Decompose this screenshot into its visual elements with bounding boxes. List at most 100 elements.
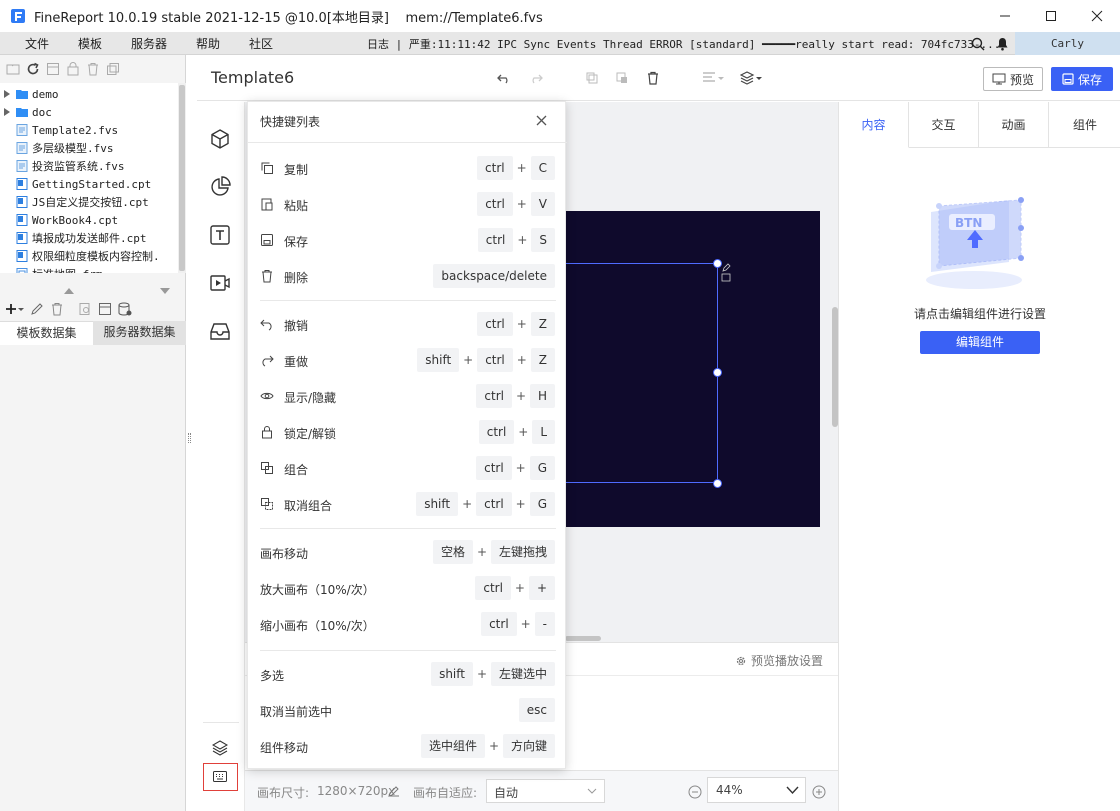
edit-size-icon[interactable] (388, 785, 400, 797)
shortcut-keys: ctrl + - (481, 612, 555, 636)
shortcut-list-dialog: 快捷键列表 复制 ctrl + C 粘贴 ctrl + V 保存 ctrl + S 删除 backspac… (247, 101, 567, 769)
lock-file-icon[interactable] (66, 62, 80, 76)
tab-animation[interactable]: 动画 (979, 102, 1049, 148)
menu-server[interactable]: 服务器 (131, 35, 167, 52)
align-dropdown-icon[interactable] (702, 71, 724, 85)
tab-server-dataset[interactable]: 服务器数据集 (93, 321, 186, 345)
splitter-arrows-icon[interactable] (64, 288, 124, 294)
tree-file[interactable]: 标准地图.frm (4, 265, 103, 273)
tree-file[interactable]: 权限细粒度模板内容控制. (4, 247, 160, 265)
log-status-text[interactable]: 日志 | 严重:11:11:42 IPC Sync Events Thread … (367, 36, 1000, 52)
copy-icon (261, 162, 273, 174)
key-plus-separator: + (488, 739, 500, 753)
tree-folder[interactable]: doc (4, 103, 52, 121)
undo-icon[interactable] (497, 71, 511, 85)
selected-component-frame[interactable] (564, 263, 718, 483)
dataset-settings-icon[interactable] (98, 302, 112, 316)
tree-file[interactable]: 多层级模型.fvs (4, 139, 114, 157)
tab-content[interactable]: 内容 (839, 102, 909, 148)
tab-template-dataset[interactable]: 模板数据集 (0, 321, 93, 345)
shortcut-keys: ctrl + G (476, 456, 555, 480)
canvas-fit-select[interactable]: 自动 (486, 779, 605, 803)
layer-dropdown-icon[interactable] (740, 71, 762, 85)
template-icon[interactable] (46, 62, 60, 76)
tree-file[interactable]: Template2.fvs (4, 121, 118, 139)
new-folder-icon[interactable] (6, 62, 20, 76)
search-icon[interactable] (971, 37, 985, 51)
add-dataset-icon[interactable] (6, 302, 24, 316)
delete-toolbar-icon[interactable] (646, 71, 660, 85)
tree-file[interactable]: WorkBook4.cpt (4, 211, 118, 229)
menu-template[interactable]: 模板 (78, 35, 102, 52)
menu-community[interactable]: 社区 (249, 35, 273, 52)
tree-folder[interactable]: demo (4, 85, 59, 103)
zoom-in-icon[interactable] (812, 785, 826, 799)
save-button[interactable]: 保存 (1051, 67, 1113, 91)
finereport-logo-icon (11, 9, 25, 23)
playback-settings-link[interactable]: 预览播放设置 (735, 652, 823, 669)
delete-dataset-icon[interactable] (50, 302, 64, 316)
cube-icon[interactable] (209, 128, 231, 150)
paste-toolbar-icon[interactable] (615, 71, 629, 85)
zoom-select[interactable]: 44% (707, 777, 806, 803)
edit-component-button[interactable]: 编辑组件 (920, 331, 1040, 354)
canvas-horizontal-scrollbar[interactable] (565, 636, 601, 641)
tab-component[interactable]: 组件 (1049, 102, 1120, 148)
file-icon (16, 178, 28, 190)
maximize-button[interactable] (1028, 0, 1074, 32)
copy-toolbar-icon[interactable] (585, 71, 599, 85)
menu-file[interactable]: 文件 (25, 35, 49, 52)
key-cap: Z (530, 312, 555, 336)
layers-icon[interactable] (212, 740, 228, 756)
close-window-button[interactable] (1074, 0, 1120, 32)
shortcut-keys: ctrl + + (475, 576, 555, 600)
database-icon[interactable] (118, 302, 132, 316)
keyboard-shortcuts-button[interactable] (203, 763, 238, 791)
zoom-out-icon[interactable] (688, 785, 702, 799)
edit-dataset-icon[interactable] (30, 302, 44, 316)
refresh-icon[interactable] (26, 62, 40, 76)
shortcut-row: 取消当前选中 esc (248, 692, 567, 728)
dashboard-canvas[interactable] (564, 211, 820, 527)
panel-resize-handle[interactable] (188, 433, 191, 443)
delete-file-icon[interactable] (86, 62, 100, 76)
inbox-icon[interactable] (209, 320, 231, 342)
user-account[interactable]: Carly (1015, 32, 1120, 55)
tree-file[interactable]: JS自定义提交按钮.cpt (4, 193, 149, 211)
preview-button[interactable]: 预览 (983, 67, 1043, 91)
file-tree-scrollbar[interactable] (178, 83, 186, 273)
key-cap: + (528, 576, 555, 600)
close-icon[interactable] (536, 115, 547, 126)
shortcut-keys: ctrl + S (477, 228, 555, 252)
media-icon[interactable] (209, 272, 231, 294)
shortcut-label: 撤销 (284, 319, 309, 333)
tree-file[interactable]: GettingStarted.cpt (4, 175, 151, 193)
preview-dataset-icon[interactable] (78, 302, 92, 316)
menu-help[interactable]: 帮助 (196, 35, 220, 52)
file-icon (16, 232, 28, 244)
group-divider (260, 300, 556, 301)
preview-label: 预览 (1009, 72, 1034, 87)
expand-arrow-icon[interactable] (4, 90, 10, 98)
key-cap: 方向键 (502, 734, 555, 758)
tree-file[interactable]: 填报成功发送邮件.cpt (4, 229, 147, 247)
text-icon[interactable] (209, 224, 231, 246)
minimize-button[interactable] (982, 0, 1028, 32)
tab-interaction[interactable]: 交互 (909, 102, 979, 148)
shortcut-keys: ctrl + Z (477, 312, 555, 336)
component-edit-icons[interactable] (721, 263, 731, 283)
resize-handle-bottom-right[interactable] (713, 479, 722, 488)
shortcut-row: 保存 ctrl + S (248, 222, 567, 258)
collapse-down-icon[interactable] (160, 288, 170, 294)
key-cap: ctrl (476, 492, 512, 516)
tree-file[interactable]: 投资监管系统.fvs (4, 157, 125, 175)
gear-icon (736, 656, 746, 665)
expand-arrow-icon[interactable] (4, 108, 10, 116)
bell-icon[interactable] (996, 37, 1009, 51)
chart-pie-icon[interactable] (209, 176, 231, 198)
copy-file-icon[interactable] (106, 62, 120, 76)
redo-icon[interactable] (529, 71, 543, 85)
shortcut-keys: ctrl + C (477, 156, 555, 180)
zoom-value: 44% (716, 783, 743, 797)
resize-handle-right[interactable] (713, 368, 722, 377)
